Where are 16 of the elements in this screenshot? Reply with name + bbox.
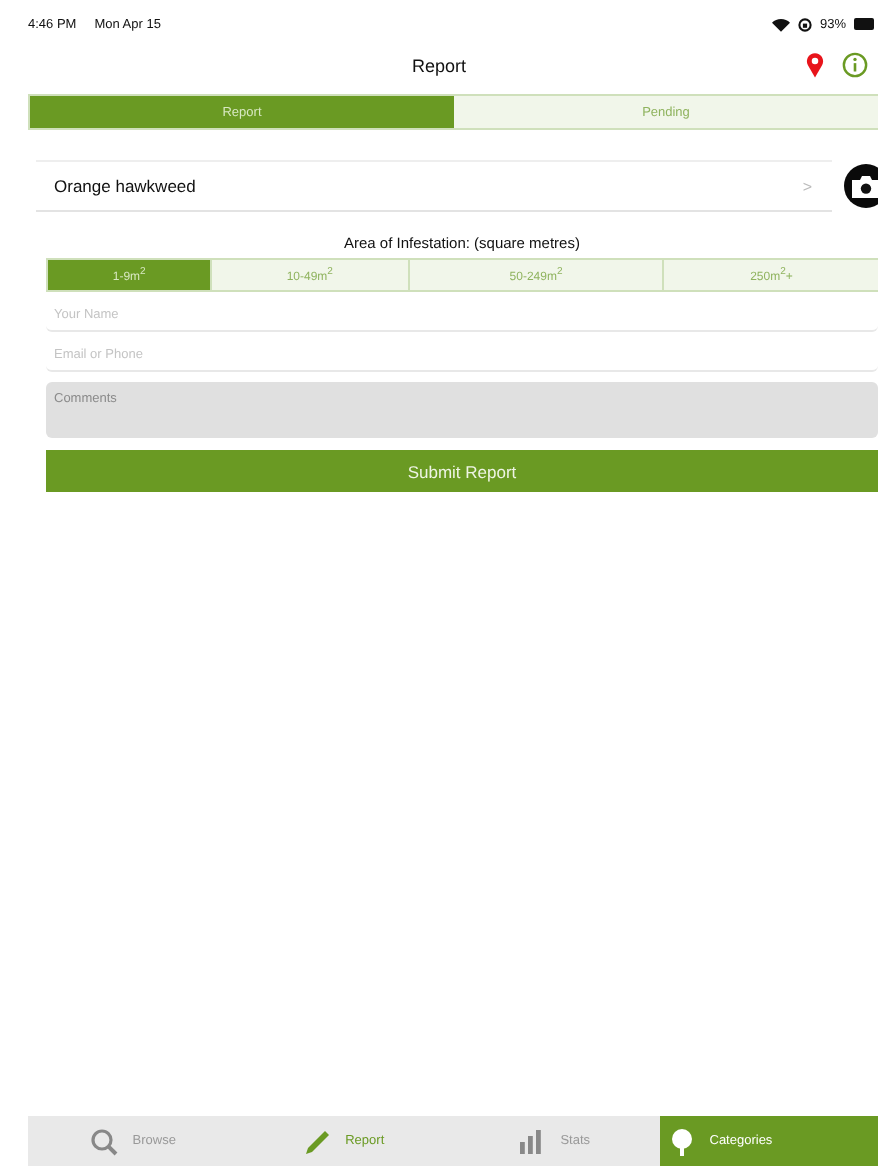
- wifi-icon: [771, 17, 790, 31]
- submit-button[interactable]: Submit Report: [46, 450, 878, 492]
- lock-rotation-icon: [797, 17, 812, 31]
- nav-title: Report: [411, 56, 466, 76]
- species-name: Orange hawkweed: [54, 176, 196, 196]
- search-icon: [90, 1127, 119, 1155]
- bar-chart-icon: [518, 1127, 547, 1155]
- camera-icon: [852, 175, 878, 197]
- tree-icon: [667, 1127, 696, 1155]
- camera-button[interactable]: [844, 164, 878, 208]
- info-icon: [842, 52, 868, 78]
- map-pin-icon: [806, 52, 824, 78]
- battery-icon: [854, 18, 874, 30]
- chevron-icon: >: [802, 177, 812, 195]
- species-row[interactable]: Orange hawkweed >: [36, 160, 832, 212]
- pencil-icon: [303, 1127, 332, 1155]
